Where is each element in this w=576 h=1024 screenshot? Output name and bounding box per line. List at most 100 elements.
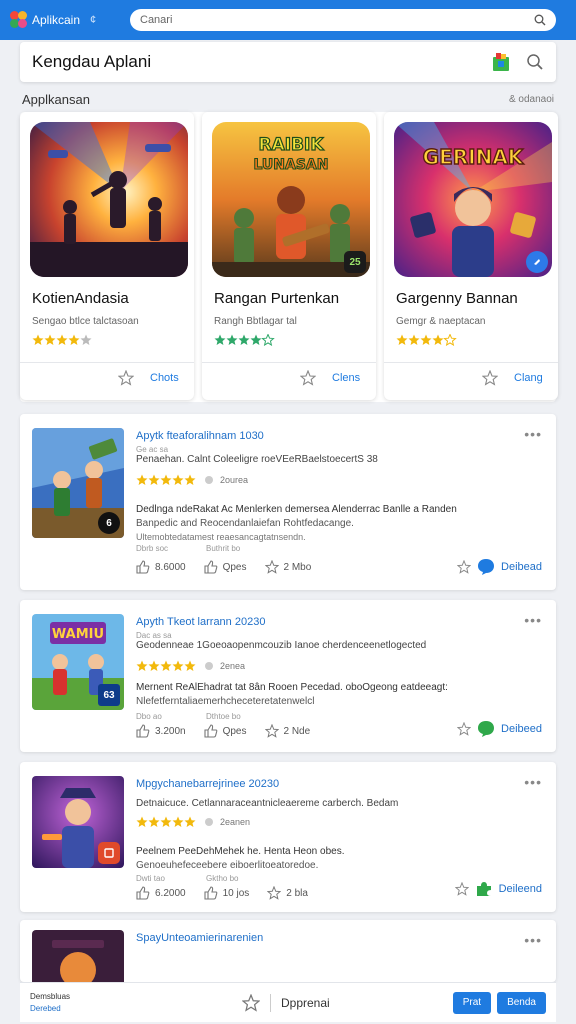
featured-name: KotienAndasia	[32, 290, 129, 307]
list-item-description: Mernent ReAlEhadrat tat 8ân Rooen Peceda…	[136, 682, 448, 693]
store-bag-icon[interactable]	[492, 52, 510, 72]
card-divider	[384, 362, 558, 363]
bottom-label[interactable]: Dpprenai	[281, 996, 330, 1010]
logo-caret-icon: ¢	[90, 14, 97, 26]
card-divider	[20, 362, 194, 363]
star-outline-icon	[264, 560, 279, 574]
search-icon[interactable]	[534, 14, 546, 26]
featured-art	[30, 122, 188, 277]
list-item-note: Ultemobtedatamest reaesancagtatnsendn.	[136, 532, 306, 542]
app-badge-icon: 63	[98, 684, 120, 706]
rating-count: 2ourea	[220, 475, 249, 485]
featured-art: GERINAK	[394, 122, 552, 277]
meta-label: Dbo ao	[136, 712, 162, 721]
featured-action-button[interactable]: Clens	[332, 372, 360, 384]
downloads-stat[interactable]: 8.6000	[136, 560, 186, 574]
list-item[interactable]: WAMIU 63 Apyth Tkeot larrann 20230 Dac a…	[20, 600, 556, 752]
rating-value: 2 Mbo	[283, 561, 312, 573]
featured-card[interactable]: RAIBIK LUNASAN 25 Rangan Purtenkan Rangh…	[202, 112, 376, 400]
list-actions: Deibead	[457, 558, 542, 576]
search-bar[interactable]	[130, 9, 556, 31]
featured-art: RAIBIK LUNASAN 25	[212, 122, 370, 277]
download-button[interactable]: Deibeed	[501, 723, 542, 735]
list-item[interactable]: 6 Apytk fteaforalihnam 1030 Ge ac sa Pen…	[20, 414, 556, 590]
meta-label: Buthrit bo	[206, 544, 241, 553]
meta-label: Gktho bo	[206, 874, 239, 883]
rating-stat[interactable]: 2 bla	[267, 886, 308, 900]
svg-text:GERINAK: GERINAK	[423, 145, 525, 169]
app-badge-icon	[98, 842, 120, 864]
comment-icon	[205, 818, 213, 826]
featured-action-button[interactable]: Clang	[514, 372, 543, 384]
app-logo-icon	[10, 11, 28, 29]
list-item[interactable]: Mpgychanebarrejrinee 20230 Detnaicuce. C…	[20, 762, 556, 912]
divider	[270, 993, 271, 1012]
star-outline-icon	[267, 886, 282, 900]
bottom-status-link[interactable]: Derebed	[30, 1003, 230, 1015]
downloads-stat[interactable]: 3.200n	[136, 724, 186, 738]
comment-icon	[205, 662, 213, 670]
app-logo[interactable]: Aplikcain ¢	[10, 11, 130, 29]
card-divider	[202, 362, 376, 363]
size-stat[interactable]: Qpes	[204, 560, 247, 574]
favorite-star-icon[interactable]	[300, 370, 316, 386]
list-item-title[interactable]: Apytk fteaforalihnam 1030	[136, 430, 264, 442]
download-button[interactable]: Deibead	[501, 561, 542, 573]
more-options-icon[interactable]: •••	[524, 774, 542, 790]
favorite-star-icon[interactable]	[118, 370, 134, 386]
list-item-title[interactable]: Mpgychanebarrejrinee 20230	[136, 778, 279, 790]
search-input[interactable]	[140, 14, 534, 26]
star-rating: 2ourea	[136, 474, 248, 486]
more-options-icon[interactable]: •••	[524, 932, 542, 948]
chat-bubble-icon	[478, 721, 495, 737]
primary-button[interactable]: Prat	[452, 991, 492, 1014]
top-app-bar: Aplikcain ¢	[0, 0, 576, 40]
list-item-description: Nlefetferntaliaemerhcheceteretatenwelcl	[136, 696, 315, 707]
list-item-title[interactable]: Apyth Tkeot larrann 20230	[136, 616, 265, 628]
section-more-link[interactable]: & odanaoi	[509, 94, 554, 105]
list-actions: Deibeed	[457, 720, 542, 738]
app-thumbnail	[32, 930, 124, 982]
featured-developer: Rangh Bbtlagar tal	[214, 316, 297, 327]
featured-card[interactable]: GERINAK Gargenny Bannan Gemgr & naeptaca…	[384, 112, 558, 400]
page-title: Kengdau Aplani	[32, 52, 152, 71]
star-outline-icon[interactable]	[242, 993, 260, 1012]
page-header: Kengdau Aplani	[20, 42, 556, 82]
list-item-description: Banpedic and Reocendanlaiefan Rohtfedaca…	[136, 518, 354, 529]
section-title: Applkansan	[22, 92, 90, 107]
svg-text:RAIBIK: RAIBIK	[258, 135, 324, 155]
size-stat[interactable]: Qpes	[204, 724, 247, 738]
app-thumbnail: 6	[32, 428, 124, 538]
header-search-icon[interactable]	[526, 53, 544, 71]
puzzle-icon	[476, 882, 491, 896]
featured-card[interactable]: KotienAndasia Sengao btlce talctasoan Ch…	[20, 112, 194, 400]
thumb-title: WAMIU	[52, 627, 104, 642]
favorite-star-icon	[457, 560, 472, 574]
size-stat[interactable]: 10 jos	[204, 886, 249, 900]
download-button[interactable]: Deileend	[499, 883, 542, 895]
size-value: Qpes	[222, 725, 247, 737]
downloads-stat[interactable]: 6.2000	[136, 886, 186, 900]
more-options-icon[interactable]: •••	[524, 426, 542, 442]
more-options-icon[interactable]: •••	[524, 612, 542, 628]
secondary-button[interactable]: Benda	[497, 991, 546, 1014]
list-actions: Deileend	[454, 880, 542, 898]
list-item-summary: Detnaicuce. Cetlannaraceantnicleaereme c…	[136, 798, 399, 809]
comment-icon	[205, 476, 213, 484]
chat-bubble-icon	[478, 559, 495, 575]
star-rating	[214, 334, 278, 346]
list-item-title[interactable]: SpayUnteoamierinarenien	[136, 932, 263, 944]
downloads-value: 8.6000	[155, 561, 186, 573]
rating-stat[interactable]: 2 Nde	[264, 724, 311, 738]
featured-developer: Sengao btlce talctasoan	[32, 316, 139, 327]
meta-labels: Dbo ao Dthtoe bo	[136, 712, 254, 721]
featured-name: Rangan Purtenkan	[214, 290, 340, 307]
rating-value: 2 Nde	[283, 725, 311, 737]
featured-action-button[interactable]: Chots	[150, 372, 179, 384]
thumbs-up-icon	[204, 560, 217, 574]
favorite-star-icon[interactable]	[482, 370, 498, 386]
list-item-subtitle: Dac as sa	[136, 631, 172, 640]
list-item[interactable]: SpayUnteoamierinarenien •••	[20, 920, 556, 982]
thumbs-up-icon	[136, 560, 150, 574]
rating-stat[interactable]: 2 Mbo	[264, 560, 312, 574]
